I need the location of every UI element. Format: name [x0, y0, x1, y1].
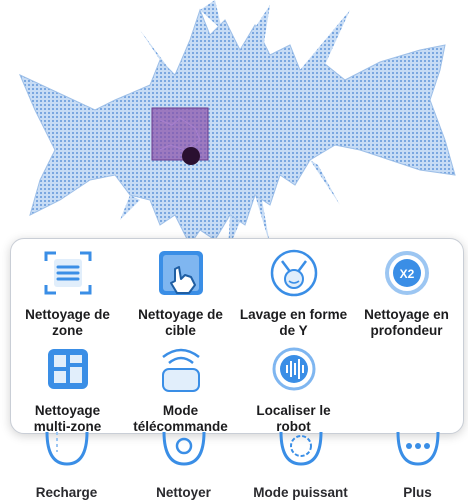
deep-cleaning-icon: X2 [384, 251, 429, 295]
clean-icon [162, 432, 205, 466]
tile-label: Lavage en forme de Y [239, 307, 348, 338]
target-cleaning-icon [158, 251, 203, 295]
bottom-action-bar: Recharge Nettoyer Mode puissant Plus [0, 430, 468, 500]
dock-icon [45, 432, 88, 466]
bottom-item-label: Plus [403, 485, 432, 500]
map-floor-area [19, 8, 456, 246]
remote-control-icon [161, 348, 200, 392]
power-mode-icon [279, 432, 322, 466]
power-mode-button[interactable]: Mode puissant [242, 430, 359, 500]
tile-locate-robot[interactable]: Localiser le robot [237, 343, 350, 435]
more-button[interactable]: Plus [359, 430, 468, 500]
clean-button[interactable]: Nettoyer [125, 430, 242, 500]
recharge-button[interactable]: Recharge [8, 430, 125, 500]
tile-zone-cleaning[interactable]: Nettoyage de zone [11, 247, 124, 339]
multi-zone-icon [47, 349, 88, 389]
bottom-item-label: Recharge [35, 485, 98, 500]
tile-deep-cleaning[interactable]: X2 Nettoyage en profondeur [350, 247, 463, 339]
tile-remote-control[interactable]: Mode télécommande [124, 343, 237, 435]
tile-label: Nettoyage de cible [138, 307, 223, 338]
tile-label: Nettoyage de zone [25, 307, 110, 338]
svg-text:X2: X2 [399, 267, 414, 281]
more-icon [396, 432, 439, 466]
bottom-item-label: Nettoyer [156, 485, 211, 500]
bottom-item-label: Mode puissant [253, 485, 348, 500]
locate-robot-icon [272, 347, 315, 391]
y-shape-mopping-icon [270, 249, 317, 297]
tile-multi-zone[interactable]: Nettoyage multi-zone [11, 343, 124, 435]
zone-cleaning-icon [44, 251, 91, 295]
robot-marker [182, 147, 200, 165]
tile-y-shape-mopping[interactable]: Lavage en forme de Y [237, 247, 350, 339]
tile-target-cleaning[interactable]: Nettoyage de cible [124, 247, 237, 339]
tile-label: Nettoyage en profondeur [364, 307, 449, 338]
cleaning-zone-rect [151, 107, 209, 161]
cleaning-mode-panel: Nettoyage de zone Nettoyage de cible Lav… [10, 238, 464, 434]
